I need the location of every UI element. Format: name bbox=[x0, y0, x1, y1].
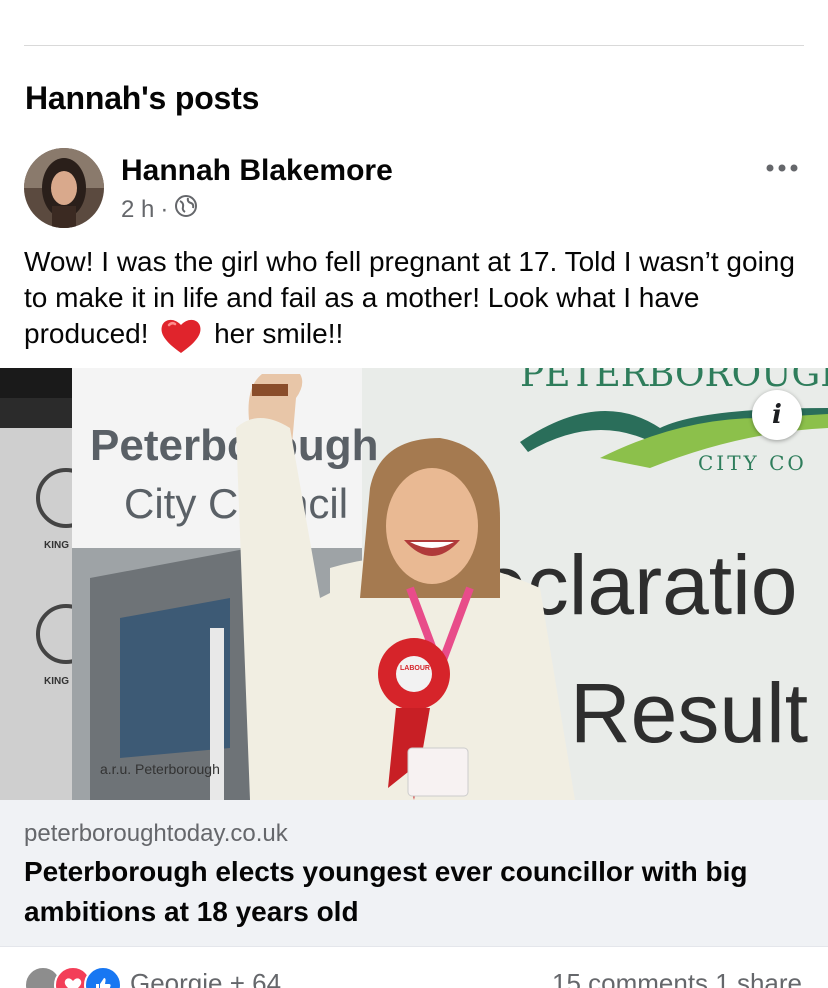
side-sign-bottom: KING bbox=[44, 676, 69, 687]
aru-label: a.r.u. Peterborough bbox=[100, 761, 220, 777]
top-divider bbox=[24, 45, 804, 46]
post-text: Wow! I was the girl who fell pregnant at… bbox=[24, 244, 804, 355]
link-headline[interactable]: Peterborough elects youngest ever counci… bbox=[24, 852, 814, 932]
banner-right-line2: Result bbox=[570, 666, 808, 760]
author-avatar[interactable] bbox=[24, 148, 104, 228]
post-photo[interactable]: PETERBOROUGH CITY CO eclaratio Result KI… bbox=[0, 368, 828, 800]
banner-left-sub: City Council bbox=[124, 480, 348, 527]
post-text-tail: her smile!! bbox=[214, 318, 344, 349]
red-heart-icon bbox=[160, 317, 202, 355]
side-sign-top: KING bbox=[44, 540, 69, 551]
meta-separator: · bbox=[160, 195, 169, 223]
comment-share-counts[interactable]: 15 comments 1 share bbox=[552, 968, 802, 988]
post-text-main: Wow! I was the girl who fell pregnant at… bbox=[24, 246, 795, 349]
post-meta: 2 h · bbox=[121, 194, 198, 225]
banner-left-title: Peterborough bbox=[90, 421, 378, 470]
reaction-summary[interactable] bbox=[24, 966, 122, 988]
info-button[interactable]: i bbox=[752, 390, 802, 440]
more-horizontal-icon[interactable] bbox=[764, 158, 800, 178]
rosette-text: LABOUR bbox=[400, 665, 430, 672]
post-footer: Georgie + 64 15 comments 1 share bbox=[0, 960, 828, 988]
author-name[interactable]: Hannah Blakemore bbox=[121, 154, 393, 188]
like-reaction-icon bbox=[84, 966, 122, 988]
post-time[interactable]: 2 h bbox=[121, 196, 154, 224]
link-domain: peterboroughtoday.co.uk bbox=[24, 820, 288, 847]
link-preview-card[interactable]: peterboroughtoday.co.uk Peterborough ele… bbox=[0, 800, 828, 947]
section-title: Hannah's posts bbox=[25, 80, 260, 116]
banner-right-city: CITY CO bbox=[698, 451, 807, 475]
globe-icon bbox=[174, 194, 198, 225]
reaction-names[interactable]: Georgie + 64 bbox=[130, 968, 281, 988]
